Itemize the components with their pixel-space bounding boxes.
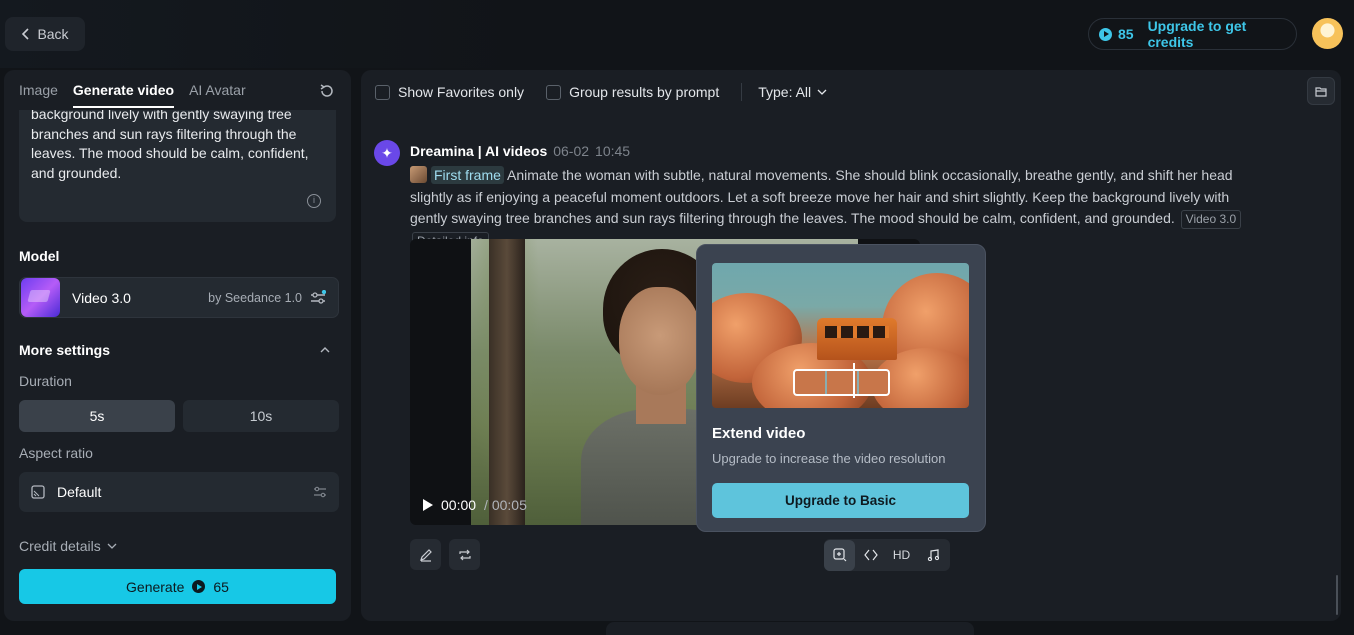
aspect-ratio-select[interactable]: Default [19, 472, 339, 512]
tab-ai-avatar[interactable]: AI Avatar [189, 82, 246, 108]
favorites-label: Show Favorites only [398, 84, 525, 100]
back-button[interactable]: Back [5, 17, 85, 51]
chevron-down-icon [817, 89, 827, 95]
group-checkbox[interactable] [546, 84, 562, 100]
tab-image[interactable]: Image [19, 82, 58, 108]
result-author: Dreamina | AI videos [410, 143, 548, 159]
divider [741, 83, 743, 101]
group-label: Group results by prompt [569, 84, 720, 100]
duration-10s-button[interactable]: 10s [183, 400, 339, 432]
first-frame-thumbnail[interactable] [410, 166, 427, 183]
credit-details-label: Credit details [19, 538, 101, 554]
repeat-icon [458, 549, 471, 560]
user-avatar[interactable] [1312, 18, 1343, 49]
folder-button[interactable] [1307, 77, 1335, 105]
hd-button[interactable]: HD [886, 540, 917, 571]
upgrade-to-basic-button[interactable]: Upgrade to Basic [712, 483, 969, 518]
play-icon[interactable] [423, 499, 433, 511]
info-icon[interactable]: i [307, 194, 321, 208]
scrollbar[interactable] [1336, 575, 1338, 615]
dreamina-logo-icon [374, 140, 400, 166]
generate-label: Generate [126, 578, 185, 595]
results-panel: Show Favorites only Group results by pro… [361, 70, 1341, 621]
type-dropdown[interactable]: Type: All [758, 84, 827, 100]
left-panel: Image Generate video AI Avatar backgroun… [4, 70, 351, 621]
credit-coin-icon [192, 580, 206, 593]
group-filter[interactable]: Group results by prompt [546, 84, 719, 100]
video-controls: 00:00 / 00:05 [423, 497, 527, 513]
refresh-icon[interactable] [319, 83, 335, 99]
credit-details-toggle[interactable]: Credit details [19, 538, 117, 554]
result-header: Dreamina | AI videos 06-02 10:45 [410, 143, 630, 159]
video-tools: HD [824, 539, 950, 571]
prompt-text: background lively with gently swaying tr… [31, 110, 309, 181]
model-thumbnail [21, 278, 60, 317]
extend-video-popover: Extend video Upgrade to increase the vid… [696, 244, 986, 532]
duration-label: Duration [19, 373, 72, 389]
more-settings-label[interactable]: More settings [19, 342, 110, 358]
mode-tabs: Image Generate video AI Avatar [19, 82, 246, 108]
duration-5s-button[interactable]: 5s [19, 400, 175, 432]
credit-count: 85 [1117, 26, 1134, 42]
model-selector[interactable]: Video 3.0 by Seedance 1.0 [19, 277, 339, 318]
bottom-handle [606, 622, 974, 635]
music-button[interactable] [917, 540, 948, 571]
model-provider: by Seedance 1.0 [208, 290, 302, 305]
extend-video-button[interactable] [824, 539, 855, 571]
credit-coin-icon [1099, 27, 1112, 41]
filter-bar: Show Favorites only Group results by pro… [375, 83, 827, 101]
video-time-total: / 00:05 [484, 497, 527, 513]
popover-title: Extend video [712, 425, 806, 442]
diamond-code-icon [863, 549, 878, 561]
prompt-body: Animate the woman with subtle, natural m… [410, 167, 1233, 226]
tab-generate-video[interactable]: Generate video [72, 82, 175, 108]
type-label: Type: All [758, 84, 812, 100]
train [817, 318, 897, 360]
generate-cost: 65 [213, 578, 229, 595]
aspect-ratio-icon [31, 485, 45, 499]
lip-sync-button[interactable] [855, 540, 886, 571]
back-label: Back [37, 26, 69, 42]
chevron-left-icon [22, 28, 30, 40]
result-time: 10:45 [595, 143, 631, 159]
model-section-label: Model [19, 248, 60, 264]
regenerate-button[interactable] [449, 539, 480, 570]
video-time-current: 00:00 [441, 497, 477, 513]
tree-trunk [489, 239, 525, 525]
sliders-icon[interactable] [310, 289, 326, 306]
folder-icon [1315, 86, 1327, 97]
pencil-icon [419, 548, 432, 562]
aspect-ratio-label: Aspect ratio [19, 445, 93, 461]
chevron-down-icon [107, 543, 117, 549]
generate-button[interactable]: Generate 65 [19, 569, 336, 604]
chevron-up-icon[interactable] [320, 345, 330, 355]
aspect-ratio-value: Default [57, 484, 102, 500]
credits-pill[interactable]: 85 Upgrade to get credits [1088, 18, 1297, 50]
popover-subtitle: Upgrade to increase the video resolution [712, 451, 946, 466]
timeline-strip [793, 369, 890, 396]
timeline-cursor [853, 363, 855, 398]
first-frame-label[interactable]: First frame [431, 166, 504, 184]
extend-icon [832, 548, 846, 562]
music-note-icon [927, 549, 939, 561]
person-face [619, 287, 701, 395]
favorites-checkbox[interactable] [375, 84, 390, 100]
prompt-textarea[interactable]: background lively with gently swaying tr… [19, 110, 336, 222]
favorites-filter[interactable]: Show Favorites only [375, 84, 524, 100]
extend-video-preview [712, 263, 969, 408]
model-tag[interactable]: Video 3.0 [1180, 210, 1242, 229]
result-date: 06-02 [553, 143, 590, 159]
sliders-icon[interactable] [313, 485, 327, 499]
upgrade-link[interactable]: Upgrade to get credits [1148, 18, 1296, 50]
model-name: Video 3.0 [72, 289, 131, 306]
edit-button[interactable] [410, 539, 441, 570]
